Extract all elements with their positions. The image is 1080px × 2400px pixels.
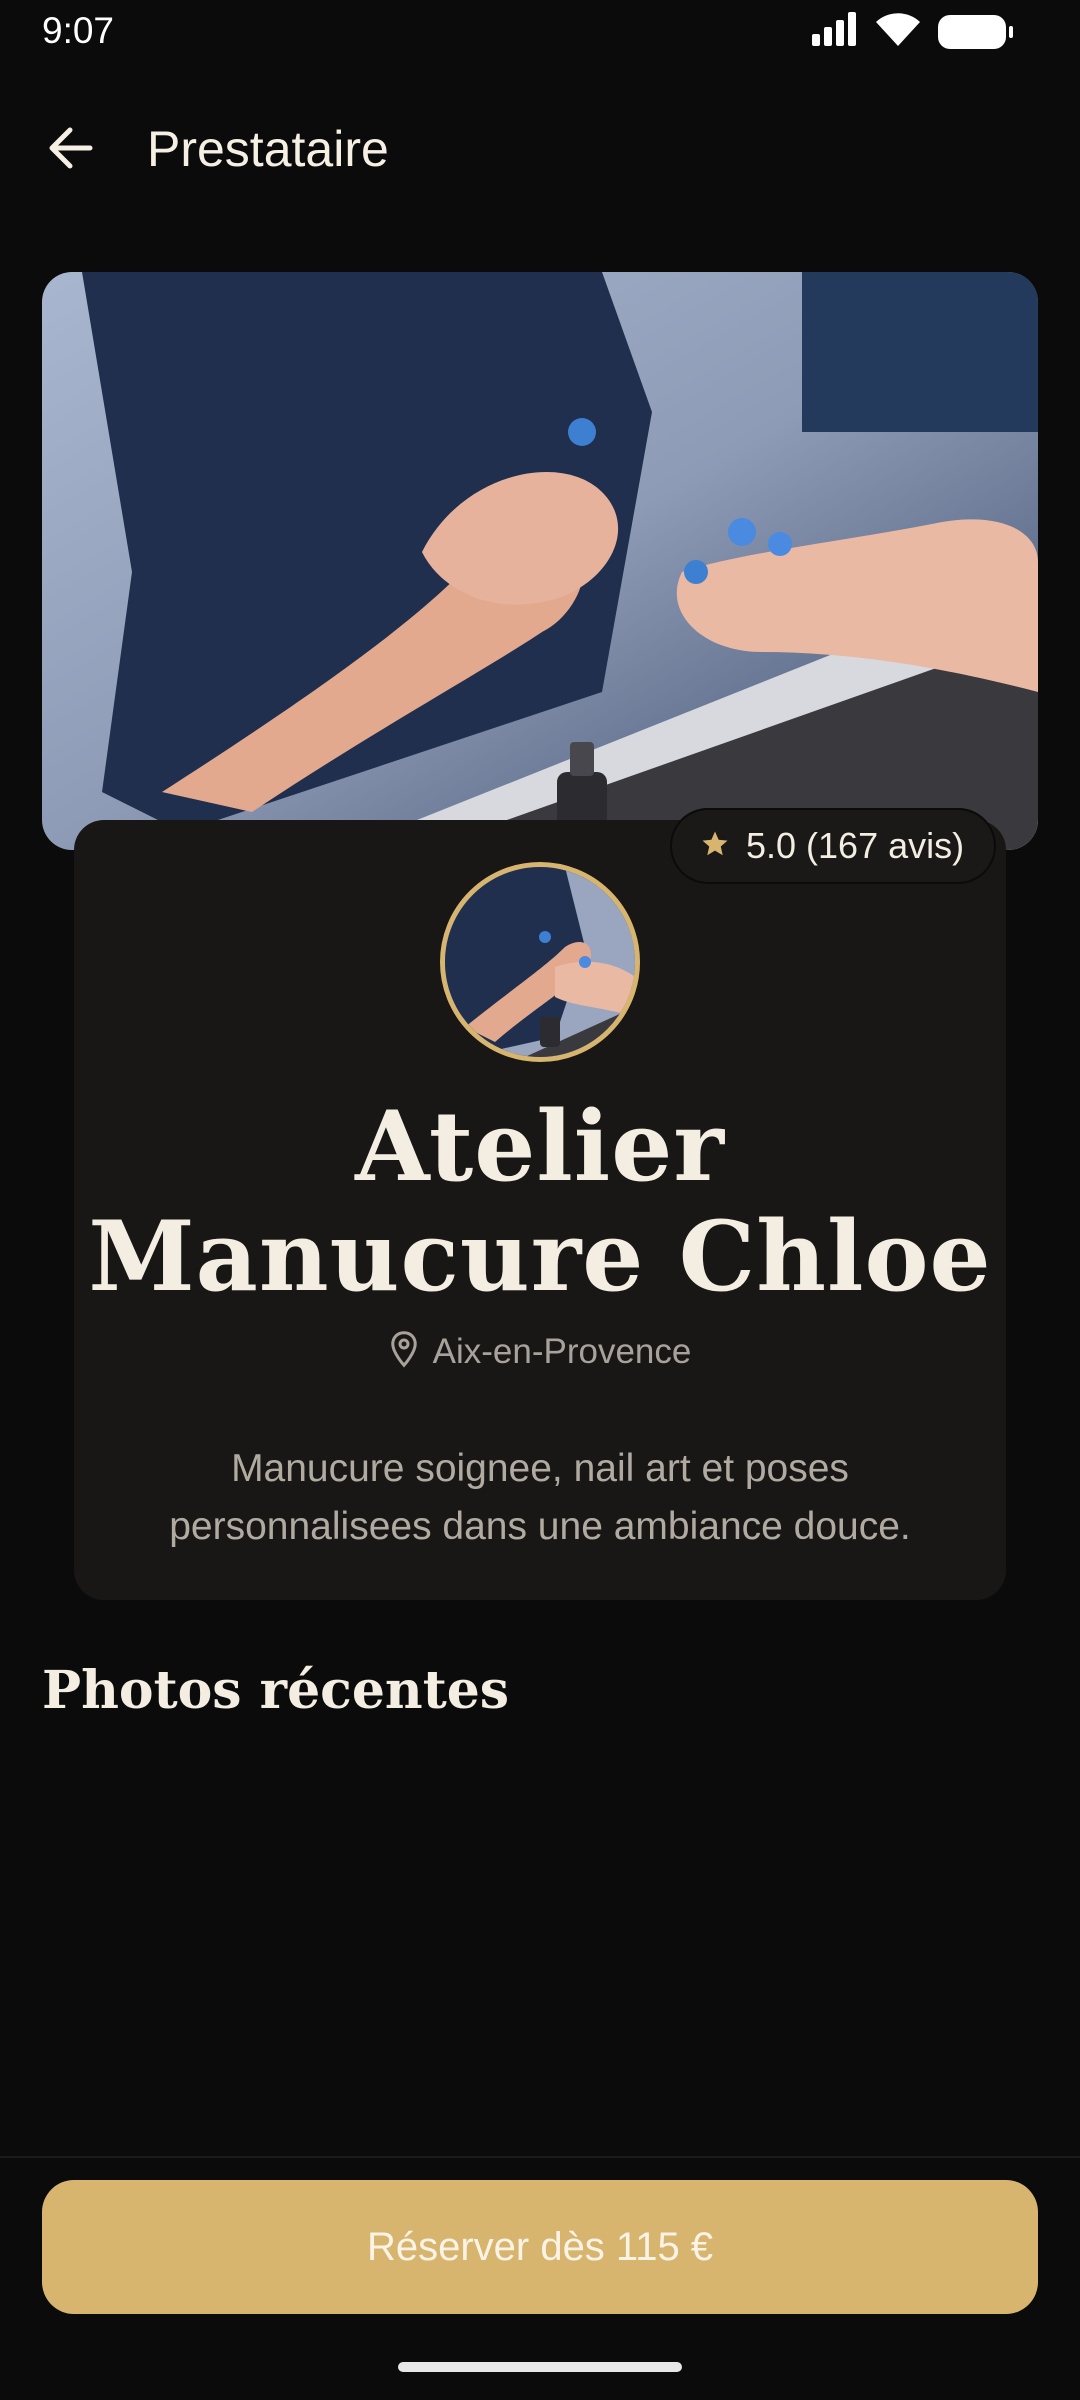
book-button[interactable]: Réserver dès 115 € <box>42 2180 1038 2314</box>
recent-photos-title: Photos récentes <box>42 1660 510 1721</box>
provider-name-line2: Manucure Chloe <box>88 1200 992 1313</box>
location: Aix-en-Provence <box>74 1330 1006 1373</box>
location-pin-icon <box>389 1330 419 1373</box>
avatar <box>440 862 640 1062</box>
star-icon <box>700 829 730 864</box>
arrow-left-icon <box>46 126 94 175</box>
signal-icon <box>812 12 858 51</box>
wifi-icon <box>876 12 920 51</box>
home-indicator[interactable] <box>398 2362 682 2372</box>
location-text: Aix-en-Provence <box>432 1331 692 1371</box>
battery-icon <box>938 14 1013 49</box>
bottom-divider <box>0 2156 1080 2158</box>
status-bar: 9:07 <box>0 0 1080 60</box>
hero-image <box>42 272 1038 850</box>
provider-name-line1: Atelier <box>355 1090 725 1203</box>
status-icons <box>812 12 1013 51</box>
app-bar: Prestataire <box>0 110 1080 190</box>
provider-description: Manucure soignee, nail art et poses pers… <box>169 1447 911 1548</box>
provider-name: Atelier Manucure Chloe <box>74 1092 1006 1312</box>
rating-text: 5.0 (167 avis) <box>746 825 965 866</box>
back-button[interactable] <box>36 116 104 184</box>
status-time: 9:07 <box>42 10 115 51</box>
page-title: Prestataire <box>147 121 389 177</box>
rating-badge: 5.0 (167 avis) <box>670 808 997 884</box>
book-button-label: Réserver dès 115 € <box>366 2224 714 2269</box>
